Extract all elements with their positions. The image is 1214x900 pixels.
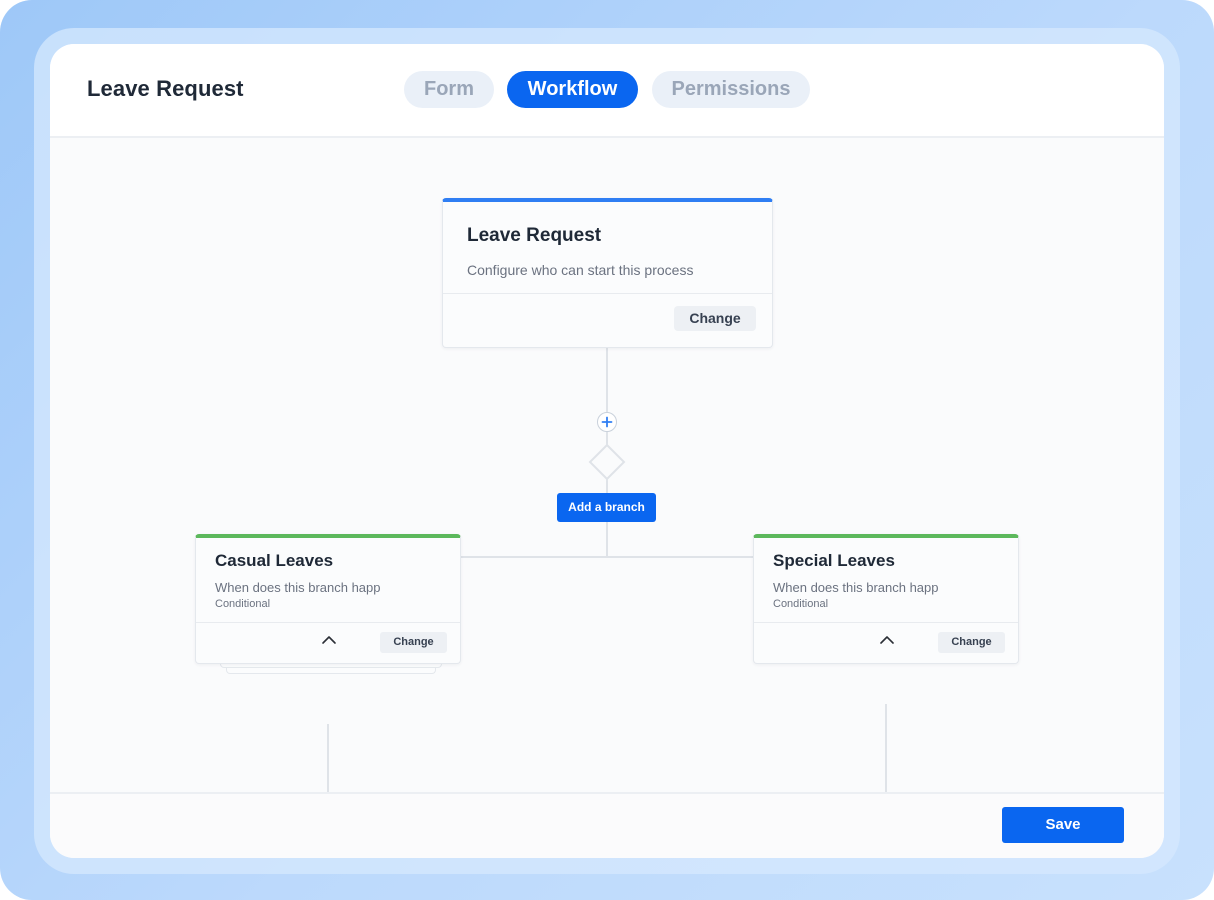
start-node-description: Configure who can start this process — [467, 262, 694, 278]
editor-window: Leave Request Form Workflow Permissions … — [50, 44, 1164, 858]
connector-line — [327, 724, 329, 792]
branch-condition-label: Conditional — [215, 598, 271, 610]
tab-form[interactable]: Form — [404, 71, 494, 108]
plus-icon — [601, 416, 613, 428]
connector-line — [606, 522, 608, 556]
branch-card-casual-leaves[interactable]: Casual Leaves When does this branch happ… — [195, 534, 461, 664]
header-bar: Leave Request Form Workflow Permissions — [50, 44, 1164, 138]
tab-workflow[interactable]: Workflow — [507, 71, 638, 108]
connector-line — [885, 704, 887, 792]
start-node-title: Leave Request — [467, 225, 602, 246]
workflow-canvas: Leave Request Configure who can start th… — [50, 138, 1164, 792]
branch-condition-label: Conditional — [773, 598, 829, 610]
start-node-card[interactable]: Leave Request Configure who can start th… — [442, 198, 773, 348]
branch-description: When does this branch happ — [215, 580, 381, 595]
branch-card-special-leaves[interactable]: Special Leaves When does this branch hap… — [753, 534, 1019, 664]
branch-title: Special Leaves — [773, 551, 895, 570]
condition-diamond — [588, 443, 626, 481]
branch-footer: Change — [196, 622, 460, 664]
chevron-up-icon[interactable] — [320, 631, 338, 649]
page-title: Leave Request — [87, 76, 244, 101]
add-step-button[interactable] — [597, 412, 617, 432]
change-start-button[interactable]: Change — [674, 306, 756, 331]
add-branch-button[interactable]: Add a branch — [557, 493, 656, 522]
branch-footer: Change — [754, 622, 1018, 664]
chevron-up-icon[interactable] — [878, 631, 896, 649]
save-button[interactable]: Save — [1002, 807, 1124, 843]
change-branch-button[interactable]: Change — [380, 632, 447, 653]
start-node-footer: Change — [443, 293, 772, 348]
tab-permissions[interactable]: Permissions — [652, 71, 810, 108]
branch-description: When does this branch happ — [773, 580, 939, 595]
connector-line — [606, 348, 608, 412]
change-branch-button[interactable]: Change — [938, 632, 1005, 653]
branch-title: Casual Leaves — [215, 551, 334, 570]
footer-bar: Save — [50, 792, 1164, 858]
